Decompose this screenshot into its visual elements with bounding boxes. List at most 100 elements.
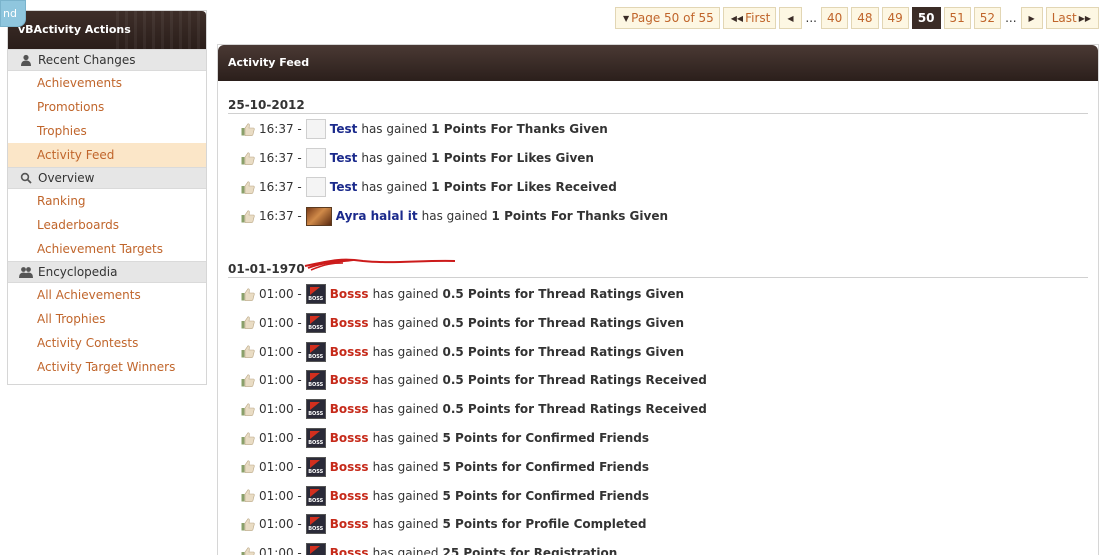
avatar[interactable] xyxy=(305,148,326,168)
avatar[interactable] xyxy=(305,312,326,333)
double-arrow-right-icon: ▶▶ xyxy=(1078,13,1091,23)
entry-time: 16:37 - xyxy=(259,180,302,194)
entry-verb: has gained xyxy=(372,459,439,474)
sidebar-item-activity-feed[interactable]: Activity Feed xyxy=(8,143,206,167)
avatar[interactable] xyxy=(305,119,326,139)
username-link[interactable]: Bosss xyxy=(330,460,369,474)
thumbs-up-icon xyxy=(241,287,255,301)
entry-points: 25 Points for Registration xyxy=(442,546,618,555)
entry-verb: has gained xyxy=(372,517,439,532)
entry-verb: has gained xyxy=(372,315,439,330)
avatar[interactable] xyxy=(305,341,326,362)
entry-points: 5 Points for Profile Completed xyxy=(442,517,647,532)
avatar[interactable] xyxy=(305,514,326,535)
page-link-52[interactable]: 52 xyxy=(973,7,1002,29)
username-link[interactable]: Bosss xyxy=(330,546,369,555)
page-jump-dropdown[interactable]: ▼ Page 50 of 55 xyxy=(615,7,720,29)
last-label: Last xyxy=(1051,11,1077,25)
entry-time: 16:37 - xyxy=(259,209,302,223)
sidebar-item-activity-target-winners[interactable]: Activity Target Winners xyxy=(8,355,206,379)
arrow-left-icon: ◀ xyxy=(787,13,794,23)
sidebar-section-recent-changes[interactable]: Recent Changes xyxy=(8,49,206,71)
feed-entry: 01:00 - Bossshas gained0.5 Points for Thr… xyxy=(241,311,684,335)
sidebar-item-leaderboards[interactable]: Leaderboards xyxy=(8,213,206,237)
username-link[interactable]: Test xyxy=(330,151,358,165)
double-arrow-left-icon: ◀◀ xyxy=(730,13,744,23)
avatar[interactable] xyxy=(305,370,326,391)
corner-tab[interactable]: nd xyxy=(0,0,26,27)
sidebar-item-achievements[interactable]: Achievements xyxy=(8,71,206,95)
pager-ellipsis: ... xyxy=(805,11,817,25)
page-link-51[interactable]: 51 xyxy=(943,7,971,29)
entry-time: 01:00 - xyxy=(259,431,302,445)
thumbs-up-icon xyxy=(241,316,255,330)
username-link[interactable]: Bosss xyxy=(330,402,369,416)
first-page-button[interactable]: ◀◀ First xyxy=(722,7,777,29)
entry-points: 5 Points for Confirmed Friends xyxy=(442,431,650,445)
prev-page-button[interactable]: ◀ xyxy=(779,7,802,29)
thumbs-up-icon xyxy=(241,489,255,502)
sidebar-item-all-trophies[interactable]: All Trophies xyxy=(8,307,206,331)
sidebar-section-overview[interactable]: Overview xyxy=(8,167,206,189)
next-page-button[interactable]: ▶ xyxy=(1020,7,1043,29)
entry-points: 5 Points for Confirmed Friends xyxy=(442,459,650,474)
entry-points: 0.5 Points for Thread Ratings Given xyxy=(442,287,685,301)
entry-verb: has gained xyxy=(372,287,439,301)
page-link-49[interactable]: 49 xyxy=(881,7,909,29)
feed-entry: 01:00 - Bossshas gained5 Points for Confi… xyxy=(241,426,649,450)
entry-points: 1 Points For Thanks Given xyxy=(431,122,608,136)
red-annotation-stroke xyxy=(304,258,456,271)
sidebar-item-achievement-targets[interactable]: Achievement Targets xyxy=(8,237,206,261)
sidebar-section-label: Encyclopedia xyxy=(38,265,118,279)
entry-verb: has gained xyxy=(372,488,439,503)
username-link[interactable]: Test xyxy=(330,180,358,194)
thumbs-up-icon xyxy=(241,518,255,531)
page-link-40[interactable]: 40 xyxy=(820,7,849,29)
thumbs-up-icon xyxy=(241,151,255,165)
thumbs-up-icon xyxy=(241,431,255,445)
username-link[interactable]: Bosss xyxy=(330,316,369,330)
avatar[interactable] xyxy=(305,206,332,226)
avatar[interactable] xyxy=(305,177,326,197)
avatar[interactable] xyxy=(305,485,326,506)
feed-entry: 01:00 - Bossshas gained0.5 Points for Thr… xyxy=(241,397,707,421)
username-link[interactable]: Bosss xyxy=(330,489,369,503)
sidebar-item-promotions[interactable]: Promotions xyxy=(8,95,206,119)
pager-ellipsis: ... xyxy=(1005,11,1017,25)
entry-points: 5 Points for Confirmed Friends xyxy=(442,488,650,503)
last-page-button[interactable]: Last ▶▶ xyxy=(1045,7,1099,29)
thumbs-up-icon xyxy=(241,345,255,358)
username-link[interactable]: Ayra halal it xyxy=(336,209,418,223)
avatar[interactable] xyxy=(305,284,326,304)
feed-entry: 01:00 - Bossshas gained5 Points for Confi… xyxy=(241,484,649,508)
avatar[interactable] xyxy=(305,399,326,420)
username-link[interactable]: Bosss xyxy=(330,287,369,301)
feed-entry: 01:00 - Bossshas gained5 Points for Confi… xyxy=(241,455,649,479)
entry-verb: has gained xyxy=(372,344,439,359)
username-link[interactable]: Bosss xyxy=(330,517,369,531)
sidebar-item-ranking[interactable]: Ranking xyxy=(8,189,206,213)
username-link[interactable]: Bosss xyxy=(330,373,369,387)
avatar[interactable] xyxy=(305,543,326,555)
entry-time: 01:00 - xyxy=(259,287,302,301)
sidebar-item-activity-contests[interactable]: Activity Contests xyxy=(8,331,206,355)
sidebar-section-encyclopedia[interactable]: Encyclopedia xyxy=(8,261,206,283)
username-link[interactable]: Bosss xyxy=(330,431,369,445)
page-link-current: 50 xyxy=(911,7,941,29)
page-link-48[interactable]: 48 xyxy=(851,7,879,29)
thumbs-up-icon xyxy=(241,460,255,474)
sidebar-item-trophies[interactable]: Trophies xyxy=(8,119,206,143)
username-link[interactable]: Test xyxy=(330,122,358,136)
entry-verb: has gained xyxy=(372,373,439,388)
username-link[interactable]: Bosss xyxy=(330,345,369,359)
entry-points: 1 Points For Likes Given xyxy=(431,151,594,165)
arrow-right-icon: ▶ xyxy=(1028,13,1035,23)
entry-points: 0.5 Points for Thread Ratings Received xyxy=(442,402,707,417)
entry-points: 0.5 Points for Thread Ratings Given xyxy=(442,344,685,359)
sidebar: vBActivity Actions Recent Changes Achiev… xyxy=(7,10,207,385)
sidebar-item-all-achievements[interactable]: All Achievements xyxy=(8,283,206,307)
entry-time: 16:37 - xyxy=(259,151,302,165)
thumbs-up-icon xyxy=(241,374,255,387)
avatar[interactable] xyxy=(305,456,326,477)
avatar[interactable] xyxy=(305,428,326,448)
